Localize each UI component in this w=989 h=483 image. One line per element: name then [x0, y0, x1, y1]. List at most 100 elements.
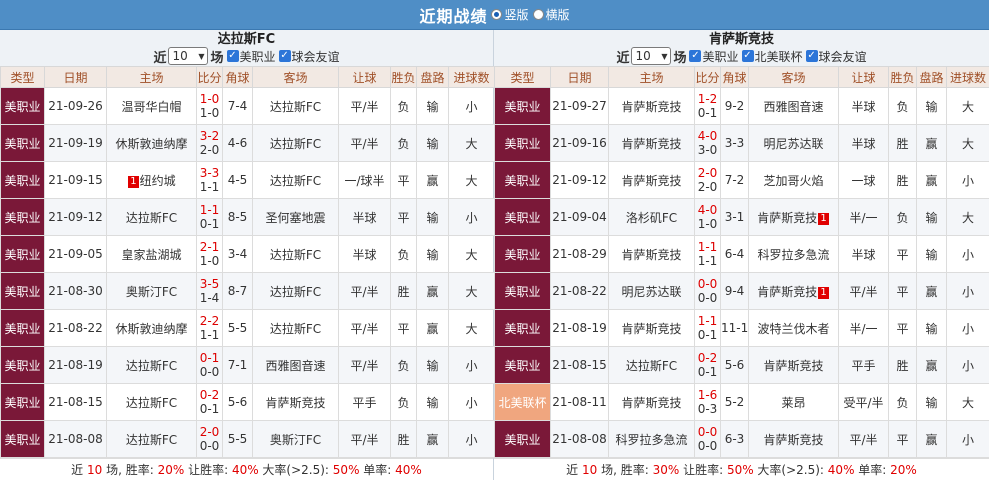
home-team-name[interactable]: 肯萨斯竞技	[621, 174, 681, 188]
away-team-cell[interactable]: 达拉斯FC	[252, 309, 339, 347]
away-team-cell[interactable]: 芝加哥火焰	[748, 161, 839, 199]
full-time-score[interactable]: 4-0	[698, 129, 718, 143]
full-time-score[interactable]: 1-6	[698, 388, 718, 402]
column-header[interactable]: 客场	[252, 66, 339, 88]
full-time-score[interactable]: 2-0	[200, 425, 220, 439]
away-team-name[interactable]: 西雅图音速	[763, 100, 823, 114]
league-type-cell[interactable]: 美职业	[0, 346, 45, 384]
away-team-cell[interactable]: 达拉斯FC	[252, 161, 339, 199]
score-cell[interactable]: 1-1 0-1	[196, 198, 223, 236]
league-type-cell[interactable]: 美职业	[494, 235, 551, 273]
full-time-score[interactable]: 2-0	[698, 166, 718, 180]
home-team-name[interactable]: 肯萨斯竞技	[621, 248, 681, 262]
home-team-name[interactable]: 洛杉矶FC	[626, 211, 677, 225]
home-team-name[interactable]: 肯萨斯竞技	[621, 100, 681, 114]
score-cell[interactable]: 3-2 2-0	[196, 124, 223, 162]
home-team-name[interactable]: 皇家盐湖城	[121, 248, 181, 262]
league-type-cell[interactable]: 美职业	[0, 272, 45, 310]
home-team-cell[interactable]: 温哥华白帽	[106, 87, 197, 125]
away-team-name[interactable]: 圣何塞地震	[265, 211, 325, 225]
layout-option-horizontal[interactable]: 横版	[532, 6, 570, 23]
home-team-name[interactable]: 纽约城	[140, 174, 176, 188]
home-team-cell[interactable]: 明尼苏达联	[608, 272, 695, 310]
home-team-name[interactable]: 肯萨斯竞技	[621, 137, 681, 151]
away-team-cell[interactable]: 奥斯汀FC	[252, 420, 339, 458]
column-header[interactable]: 盘路	[416, 66, 449, 88]
full-time-score[interactable]: 3-3	[200, 166, 220, 180]
away-team-cell[interactable]: 西雅图音速	[252, 346, 339, 384]
full-time-score[interactable]: 2-2	[200, 314, 220, 328]
league-type-cell[interactable]: 北美联杯	[494, 383, 551, 421]
home-team-name[interactable]: 达拉斯FC	[126, 359, 177, 373]
home-team-cell[interactable]: 洛杉矶FC	[608, 198, 695, 236]
full-time-score[interactable]: 3-5	[200, 277, 220, 291]
home-team-cell[interactable]: 肯萨斯竞技	[608, 383, 695, 421]
score-cell[interactable]: 2-2 1-1	[196, 309, 223, 347]
away-team-name[interactable]: 达拉斯FC	[270, 248, 321, 262]
full-time-score[interactable]: 0-2	[200, 388, 220, 402]
away-team-name[interactable]: 肯萨斯竞技	[763, 359, 823, 373]
checkbox-checked-icon[interactable]: ✓	[805, 50, 818, 62]
column-header[interactable]: 比分	[196, 66, 223, 88]
away-team-cell[interactable]: 科罗拉多急流	[748, 235, 839, 273]
away-team-name[interactable]: 波特兰伐木者	[757, 322, 829, 336]
full-time-score[interactable]: 0-0	[698, 277, 718, 291]
column-header[interactable]: 让球	[838, 66, 889, 88]
home-team-name[interactable]: 温哥华白帽	[121, 100, 181, 114]
score-cell[interactable]: 2-1 1-0	[196, 235, 223, 273]
home-team-name[interactable]: 达拉斯FC	[126, 211, 177, 225]
full-time-score[interactable]: 4-0	[698, 203, 718, 217]
home-team-cell[interactable]: 奥斯汀FC	[106, 272, 197, 310]
column-header[interactable]: 胜负	[888, 66, 917, 88]
score-cell[interactable]: 2-0 0-0	[196, 420, 223, 458]
home-team-name[interactable]: 休斯敦迪纳摩	[115, 137, 187, 151]
home-team-cell[interactable]: 肯萨斯竞技	[608, 87, 695, 125]
home-team-name[interactable]: 达拉斯FC	[126, 396, 177, 410]
home-team-cell[interactable]: 皇家盐湖城	[106, 235, 197, 273]
checkbox-checked-icon[interactable]: ✓	[689, 50, 702, 62]
away-team-cell[interactable]: 肯萨斯竞技	[748, 346, 839, 384]
radio-selected-icon[interactable]	[491, 9, 503, 20]
checkbox-checked-icon[interactable]: ✓	[226, 50, 239, 62]
full-time-score[interactable]: 1-1	[200, 203, 220, 217]
score-cell[interactable]: 1-1 1-1	[694, 235, 721, 273]
away-team-cell[interactable]: 达拉斯FC	[252, 235, 339, 273]
away-team-name[interactable]: 奥斯汀FC	[270, 433, 321, 447]
score-cell[interactable]: 3-3 1-1	[196, 161, 223, 199]
away-team-cell[interactable]: 肯萨斯竞技 1	[748, 198, 839, 236]
league-type-cell[interactable]: 美职业	[494, 272, 551, 310]
away-team-name[interactable]: 肯萨斯竞技	[265, 396, 325, 410]
league-type-cell[interactable]: 美职业	[494, 87, 551, 125]
column-header[interactable]: 让球	[338, 66, 391, 88]
league-type-cell[interactable]: 美职业	[0, 309, 45, 347]
full-time-score[interactable]: 3-2	[200, 129, 220, 143]
home-team-cell[interactable]: 肯萨斯竞技	[608, 235, 695, 273]
home-team-cell[interactable]: 达拉斯FC	[608, 346, 695, 384]
away-team-cell[interactable]: 波特兰伐木者	[748, 309, 839, 347]
away-team-name[interactable]: 西雅图音速	[265, 359, 325, 373]
column-header[interactable]: 客场	[748, 66, 839, 88]
away-team-name[interactable]: 莱昂	[781, 396, 805, 410]
match-count-select[interactable]: 10 ▼	[631, 47, 672, 65]
home-team-name[interactable]: 明尼苏达联	[621, 285, 681, 299]
league-type-cell[interactable]: 美职业	[494, 161, 551, 199]
home-team-cell[interactable]: 休斯敦迪纳摩	[106, 309, 197, 347]
column-header[interactable]: 日期	[550, 66, 609, 88]
home-team-cell[interactable]: 达拉斯FC	[106, 198, 197, 236]
home-team-cell[interactable]: 1 纽约城	[106, 161, 197, 199]
away-team-cell[interactable]: 明尼苏达联	[748, 124, 839, 162]
score-cell[interactable]: 2-0 2-0	[694, 161, 721, 199]
home-team-cell[interactable]: 肯萨斯竞技	[608, 309, 695, 347]
score-cell[interactable]: 3-5 1-4	[196, 272, 223, 310]
checkbox-checked-icon[interactable]: ✓	[278, 50, 291, 62]
full-time-score[interactable]: 2-1	[200, 240, 220, 254]
column-header[interactable]: 角球	[720, 66, 749, 88]
away-team-cell[interactable]: 肯萨斯竞技	[748, 420, 839, 458]
away-team-name[interactable]: 达拉斯FC	[270, 100, 321, 114]
away-team-cell[interactable]: 达拉斯FC	[252, 272, 339, 310]
home-team-name[interactable]: 达拉斯FC	[126, 433, 177, 447]
full-time-score[interactable]: 0-0	[698, 425, 718, 439]
away-team-cell[interactable]: 达拉斯FC	[252, 124, 339, 162]
away-team-cell[interactable]: 达拉斯FC	[252, 87, 339, 125]
away-team-name[interactable]: 肯萨斯竞技	[757, 285, 817, 299]
